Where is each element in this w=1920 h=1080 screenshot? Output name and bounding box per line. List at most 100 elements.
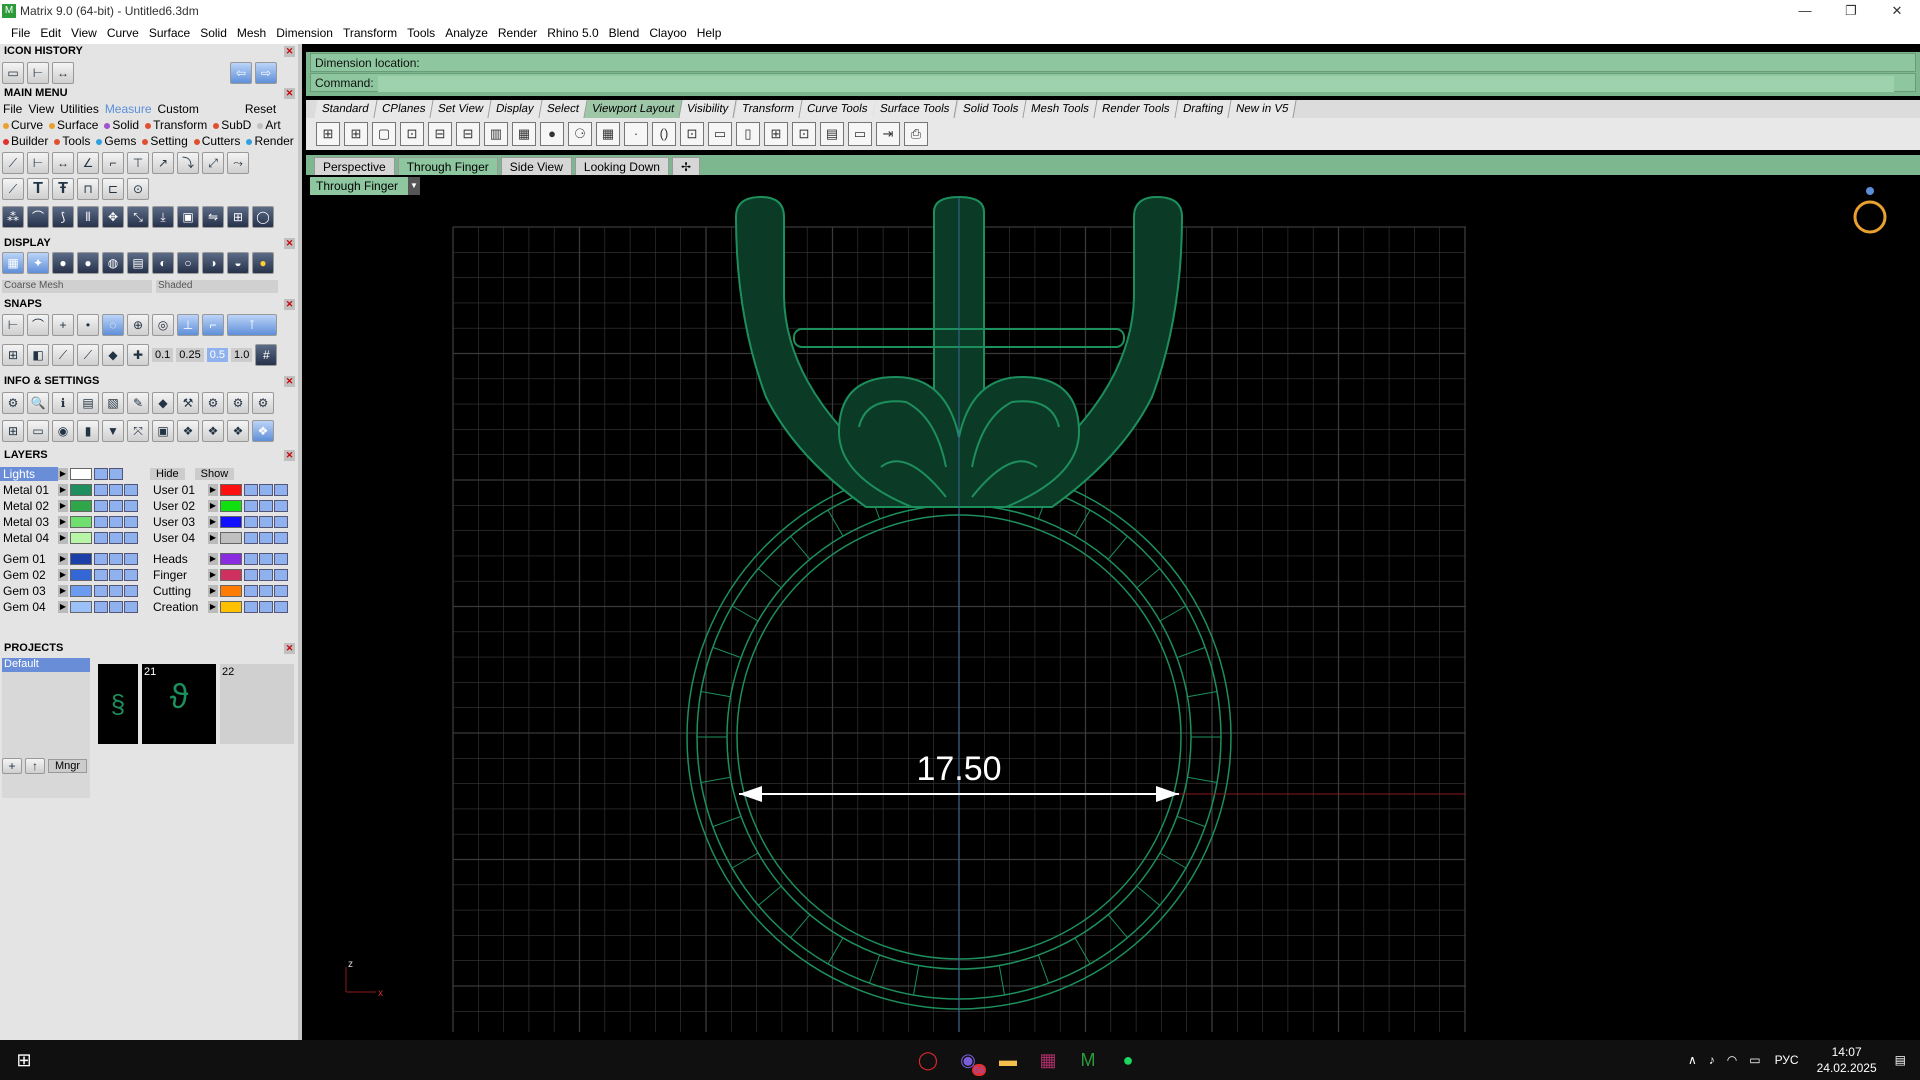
lock-icon[interactable]	[244, 484, 258, 496]
menu-analyze[interactable]: Analyze	[440, 26, 493, 40]
tile-icon[interactable]: ▥	[484, 122, 508, 146]
detail-icon[interactable]: ⊡	[792, 122, 816, 146]
cube-icon[interactable]: ▮	[77, 420, 99, 442]
visible-icon[interactable]	[109, 553, 123, 565]
layer-color-swatch[interactable]	[220, 601, 242, 613]
layer-color-swatch[interactable]	[70, 516, 92, 528]
sphere-view-icon[interactable]: ●	[540, 122, 564, 146]
close-icon[interactable]: ✕	[284, 299, 295, 310]
visible-icon[interactable]	[259, 569, 273, 581]
visible-icon[interactable]	[109, 500, 123, 512]
mm-view[interactable]: View	[25, 102, 57, 116]
lock-icon[interactable]	[244, 585, 258, 597]
ortho-icon[interactable]: ◧	[27, 344, 49, 366]
settings-gear-icon[interactable]: ⚙	[2, 392, 24, 414]
window-icon[interactable]: ▭	[27, 420, 49, 442]
four-view-icon[interactable]: ⊞	[316, 122, 340, 146]
lock-icon[interactable]	[94, 468, 108, 480]
tab-surface-tools[interactable]: Surface Tools	[872, 100, 959, 118]
snap-0-1[interactable]: 0.1	[152, 348, 174, 362]
mm-cutters[interactable]: Cutters	[191, 134, 244, 148]
render-icon[interactable]	[124, 553, 138, 565]
visible-icon[interactable]	[109, 601, 123, 613]
layer-name[interactable]: Metal 02	[0, 499, 58, 513]
gumball-icon[interactable]: ✚	[127, 344, 149, 366]
dim-vertical-icon[interactable]: ⊤	[127, 152, 149, 174]
table-icon[interactable]: ▤	[820, 122, 844, 146]
visible-icon[interactable]	[109, 468, 123, 480]
ring-size-icon[interactable]	[1853, 187, 1887, 234]
orient-icon[interactable]: ⇋	[202, 206, 224, 228]
matrix-icon[interactable]: M	[1068, 1040, 1108, 1080]
select-icon[interactable]: ⤧	[127, 420, 149, 442]
dim-curve-icon[interactable]: ⤵	[177, 152, 199, 174]
snap-tan-icon[interactable]: ⌐	[202, 314, 224, 336]
tab-transform[interactable]: Transform	[734, 100, 803, 118]
expand-arrow-icon[interactable]: ▶	[58, 500, 68, 512]
render-b-icon[interactable]: ❖	[202, 420, 224, 442]
layer-row[interactable]: User 02 ▶	[150, 499, 289, 513]
expand-arrow-icon[interactable]: ▶	[58, 532, 68, 544]
split-h-icon[interactable]: ⊟	[428, 122, 452, 146]
page-icon[interactable]: ▯	[736, 122, 760, 146]
menu-help[interactable]: Help	[692, 26, 727, 40]
snap-near-icon[interactable]: ⌒	[27, 314, 49, 336]
expand-arrow-icon[interactable]: ▶	[58, 601, 68, 613]
lock-icon[interactable]	[94, 553, 108, 565]
lock-icon[interactable]	[94, 585, 108, 597]
up-icon[interactable]: ↑	[25, 758, 45, 774]
globe-icon[interactable]: ◉	[52, 420, 74, 442]
tab-viewport-layout[interactable]: Viewport Layout	[584, 100, 683, 118]
mm-solid[interactable]: Solid	[101, 118, 142, 132]
layers-icon[interactable]: ▤	[77, 392, 99, 414]
menu-surface[interactable]: Surface	[144, 26, 195, 40]
print-icon[interactable]: ⎙	[904, 122, 928, 146]
render-icon[interactable]	[124, 516, 138, 528]
layer-name[interactable]: Metal 04	[0, 531, 58, 545]
menu-file[interactable]: File	[6, 26, 35, 40]
small-dot-icon[interactable]: ·	[624, 122, 648, 146]
render-icon[interactable]	[124, 569, 138, 581]
layer-color-swatch[interactable]	[220, 516, 242, 528]
lock-icon[interactable]	[94, 569, 108, 581]
frame-icon[interactable]: ⊡	[680, 122, 704, 146]
render-a-icon[interactable]: ❖	[177, 420, 199, 442]
forward-arrow-icon[interactable]: ⇨	[255, 62, 277, 84]
mm-subd[interactable]: SubD	[210, 118, 254, 132]
tools-a-icon[interactable]: ⚒	[177, 392, 199, 414]
mirror-icon[interactable]: ⫴	[77, 206, 99, 228]
dim-horizontal-icon[interactable]: ↔	[52, 152, 74, 174]
expand-arrow-icon[interactable]: ▶	[208, 532, 218, 544]
render-icon[interactable]	[124, 484, 138, 496]
close-icon[interactable]: ✕	[284, 376, 295, 387]
visible-icon[interactable]	[259, 601, 273, 613]
layer-color-swatch[interactable]	[70, 484, 92, 496]
silver-sphere-icon[interactable]: ○	[177, 252, 199, 274]
viewport[interactable]: 17.50 z x	[306, 177, 1912, 1032]
snap-0-25[interactable]: 0.25	[176, 348, 204, 362]
layer-lights[interactable]: Lights	[0, 467, 58, 481]
folder-icon[interactable]: ▭	[848, 122, 872, 146]
snap-end-icon[interactable]: ⊢	[2, 314, 24, 336]
layer-name[interactable]: Heads	[150, 552, 208, 566]
expand-arrow-icon[interactable]: ▶	[58, 468, 68, 480]
osnap-icon[interactable]: ⟋	[77, 344, 99, 366]
snap-perp-icon[interactable]: ⊥	[177, 314, 199, 336]
info-icon[interactable]: ℹ	[52, 392, 74, 414]
clock[interactable]: 14:07 24.02.2025	[1817, 1044, 1877, 1076]
edit-icon[interactable]: ✎	[127, 392, 149, 414]
menu-curve[interactable]: Curve	[102, 26, 144, 40]
splop-icon[interactable]: ⤓	[152, 206, 174, 228]
tools-b-icon[interactable]: ⚙	[202, 392, 224, 414]
tab-display[interactable]: Display	[488, 100, 543, 118]
snap-point-icon[interactable]: +	[52, 314, 74, 336]
layer-color-swatch[interactable]	[70, 569, 92, 581]
windows-start-icon[interactable]: ⊞	[0, 1040, 48, 1080]
lock-icon[interactable]	[244, 500, 258, 512]
expand-arrow-icon[interactable]: ▶	[208, 585, 218, 597]
tab-mesh-tools[interactable]: Mesh Tools	[1023, 100, 1098, 118]
mm-reset[interactable]: Reset	[242, 102, 279, 116]
dim-tag-icon[interactable]: ⊙	[127, 178, 149, 200]
mm-gems[interactable]: Gems	[93, 134, 139, 148]
tab-solid-tools[interactable]: Solid Tools	[955, 100, 1027, 118]
